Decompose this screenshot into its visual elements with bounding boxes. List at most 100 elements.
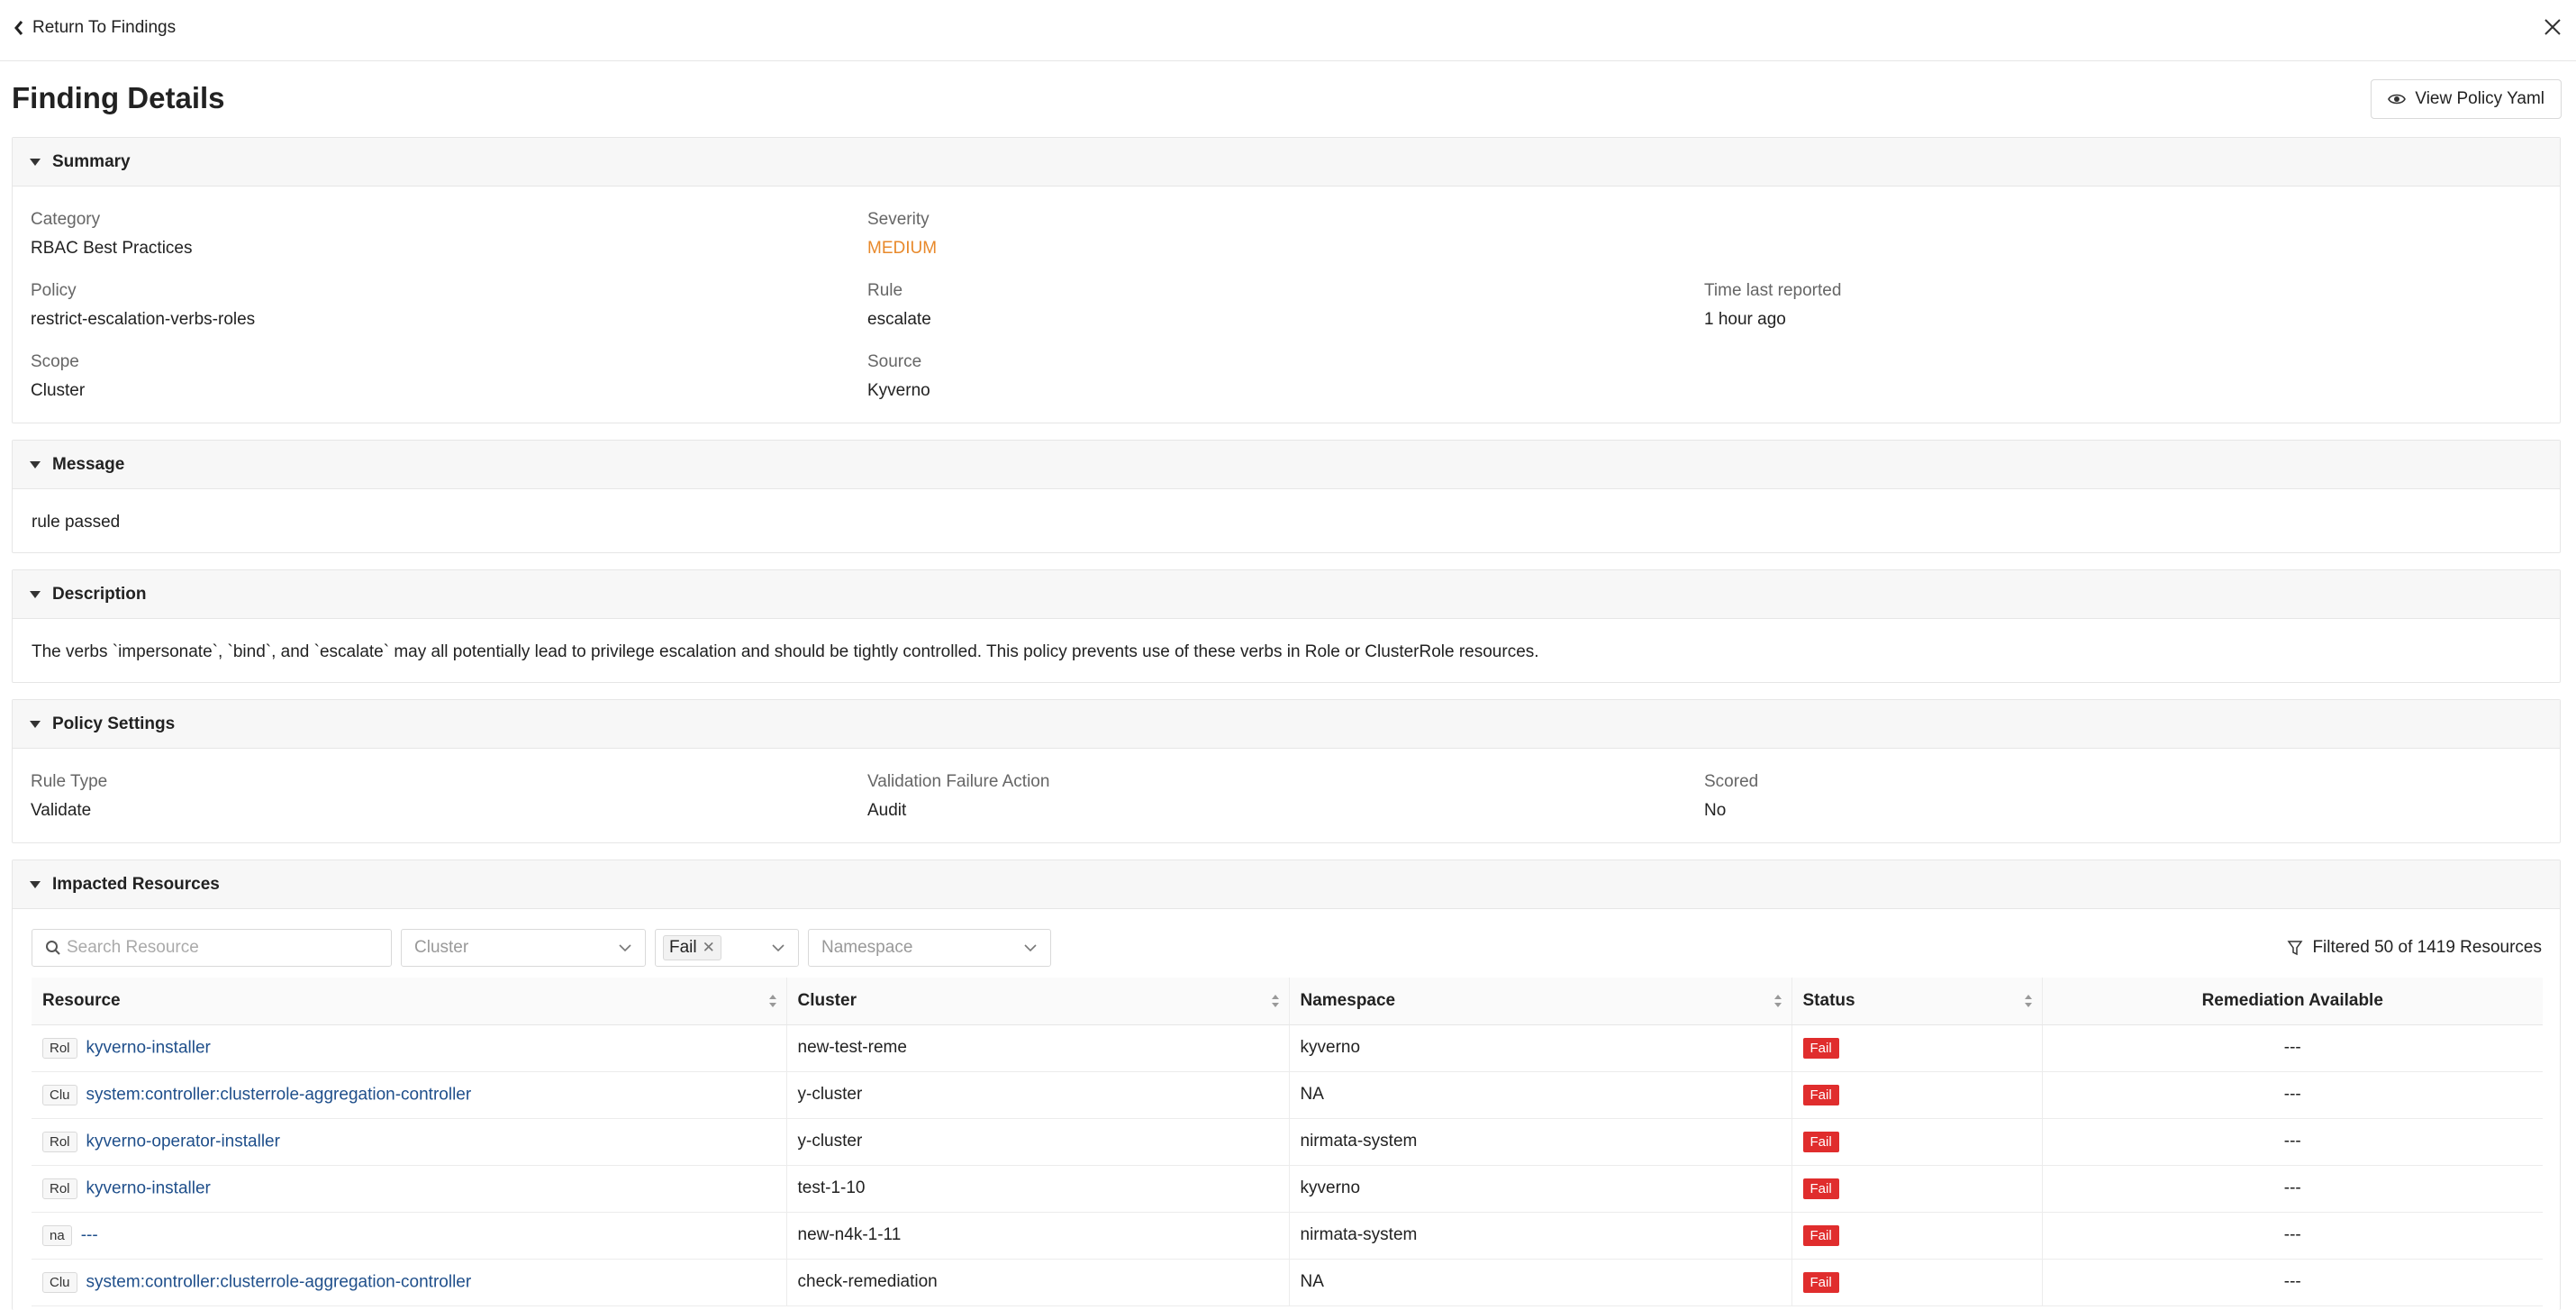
- cluster-select[interactable]: Cluster: [401, 929, 646, 967]
- eye-icon: [2388, 94, 2407, 105]
- column-header-namespace[interactable]: Namespace: [1289, 978, 1792, 1025]
- impacted-resources-title: Impacted Resources: [52, 874, 220, 894]
- caret-down-icon: [30, 880, 41, 888]
- search-icon: [46, 941, 60, 955]
- table-row[interactable]: Rol kyverno-installer test-1-10 kyverno F…: [32, 1165, 2543, 1213]
- cluster-select-placeholder: Cluster: [414, 938, 469, 957]
- severity-value: MEDIUM: [867, 239, 938, 258]
- sort-icon[interactable]: [1773, 993, 1782, 1009]
- namespace-cell: NA: [1289, 1259, 1792, 1306]
- table-header-row: Resource Cluster Namespace Status Remedi…: [32, 978, 2543, 1025]
- page-title: Finding Details: [12, 81, 225, 114]
- cluster-cell: y-cluster: [786, 1118, 1290, 1166]
- view-policy-yaml-button[interactable]: View Policy Yaml: [2371, 79, 2562, 119]
- filter-icon: [2287, 941, 2303, 956]
- message-header[interactable]: Message: [13, 441, 2560, 489]
- status-select[interactable]: Fail ✕: [655, 929, 799, 967]
- remove-tag-icon[interactable]: ✕: [703, 939, 715, 957]
- table-row[interactable]: Rol kyverno-operator-installer y-cluster …: [32, 1118, 2543, 1166]
- description-header[interactable]: Description: [13, 570, 2560, 619]
- category-label: Category: [31, 210, 101, 229]
- table-row[interactable]: Clu system:controller:clusterrole-aggrega…: [32, 1071, 2543, 1119]
- return-to-findings-link[interactable]: Return To Findings: [13, 18, 176, 38]
- caret-down-icon: [30, 590, 41, 598]
- summary-header[interactable]: Summary: [13, 138, 2560, 186]
- resource-link[interactable]: kyverno-installer: [86, 1178, 211, 1197]
- summary-title: Summary: [52, 151, 131, 171]
- resource-kind-badge: Clu: [42, 1271, 77, 1293]
- table-row[interactable]: na --- new-n4k-1-11 nirmata-system Fail -…: [32, 1212, 2543, 1260]
- sort-icon[interactable]: [768, 993, 777, 1009]
- table-row[interactable]: Clu system:controller:clusterrole-aggrega…: [32, 1259, 2543, 1306]
- impacted-resources-header[interactable]: Impacted Resources: [13, 860, 2560, 909]
- column-header-resource[interactable]: Resource: [32, 978, 787, 1025]
- resource-link[interactable]: kyverno-installer: [86, 1038, 211, 1057]
- cluster-cell: new-n4k-1-11: [786, 1212, 1290, 1260]
- scored-value: No: [1704, 801, 1727, 820]
- resource-kind-badge: Rol: [42, 1178, 77, 1199]
- resource-link[interactable]: ---: [81, 1225, 98, 1244]
- scope-value: Cluster: [31, 381, 86, 400]
- caret-down-icon: [30, 720, 41, 728]
- top-bar: Return To Findings: [0, 0, 2576, 61]
- description-section: Description The verbs `impersonate`, `bi…: [12, 569, 2561, 683]
- scored-field: Scored No: [1704, 772, 1758, 821]
- table-row[interactable]: Rol kyverno-installer new-test-reme kyver…: [32, 1024, 2543, 1072]
- status-badge: Fail: [1802, 1084, 1839, 1105]
- filtered-count-text: Filtered 50 of 1419 Resources: [2312, 938, 2542, 957]
- namespace-cell: nirmata-system: [1289, 1212, 1792, 1260]
- message-title: Message: [52, 454, 125, 474]
- time-last-reported-value: 1 hour ago: [1704, 310, 1786, 329]
- namespace-cell: kyverno: [1289, 1024, 1792, 1072]
- search-resource-input[interactable]: [67, 938, 373, 958]
- remediation-cell: ---: [2042, 1212, 2543, 1260]
- category-field: Category RBAC Best Practices: [31, 210, 193, 259]
- policy-settings-section: Policy Settings Rule Type Validate Valid…: [12, 699, 2561, 843]
- rule-field: Rule escalate: [867, 281, 931, 330]
- rule-value: escalate: [867, 310, 931, 329]
- status-badge: Fail: [1802, 1224, 1839, 1246]
- resource-link[interactable]: kyverno-operator-installer: [86, 1132, 280, 1151]
- sort-icon[interactable]: [1271, 993, 1280, 1009]
- column-header-cluster[interactable]: Cluster: [786, 978, 1290, 1025]
- page-header: Finding Details View Policy Yaml: [0, 61, 2576, 137]
- filtered-count: Filtered 50 of 1419 Resources: [2287, 938, 2542, 958]
- remediation-cell: ---: [2042, 1165, 2543, 1213]
- status-badge: Fail: [1802, 1037, 1839, 1059]
- policy-field: Policy restrict-escalation-verbs-roles: [31, 281, 255, 330]
- policy-settings-header[interactable]: Policy Settings: [13, 700, 2560, 749]
- cluster-cell: y-cluster: [786, 1071, 1290, 1119]
- namespace-select[interactable]: Namespace: [808, 929, 1051, 967]
- validation-failure-action-value: Audit: [867, 801, 907, 820]
- status-badge: Fail: [1802, 1178, 1839, 1199]
- policy-value: restrict-escalation-verbs-roles: [31, 310, 256, 329]
- caret-down-icon: [30, 460, 41, 469]
- cluster-cell: new-test-reme: [786, 1024, 1290, 1072]
- policy-label: Policy: [31, 281, 77, 300]
- resource-link[interactable]: system:controller:clusterrole-aggregatio…: [86, 1272, 472, 1291]
- resource-kind-badge: Rol: [42, 1037, 77, 1059]
- impacted-resources-section: Impacted Resources Cluster Fail ✕ Namesp…: [12, 860, 2561, 1310]
- remediation-cell: ---: [2042, 1118, 2543, 1166]
- return-to-findings-label: Return To Findings: [32, 18, 177, 37]
- rule-type-label: Rule Type: [31, 772, 108, 791]
- close-icon[interactable]: [2540, 14, 2565, 40]
- resource-kind-badge: Rol: [42, 1131, 77, 1152]
- source-label: Source: [867, 352, 922, 371]
- resource-link[interactable]: system:controller:clusterrole-aggregatio…: [86, 1085, 472, 1104]
- summary-section: Summary Category RBAC Best Practices Sev…: [12, 137, 2561, 423]
- resource-kind-badge: Clu: [42, 1084, 77, 1105]
- remediation-cell: ---: [2042, 1024, 2543, 1072]
- search-box: [32, 929, 392, 967]
- scored-label: Scored: [1704, 772, 1759, 791]
- resources-table: Resource Cluster Namespace Status Remedi…: [32, 978, 2543, 1306]
- description-text: The verbs `impersonate`, `bind`, and `es…: [32, 642, 1539, 661]
- message-section: Message rule passed: [12, 440, 2561, 553]
- sort-icon[interactable]: [2024, 993, 2033, 1009]
- chevron-left-icon: [14, 21, 23, 35]
- status-filter-tag-label: Fail: [669, 938, 697, 957]
- category-value: RBAC Best Practices: [31, 239, 193, 258]
- message-text: rule passed: [32, 513, 121, 532]
- validation-failure-action-label: Validation Failure Action: [867, 772, 1050, 791]
- column-header-status[interactable]: Status: [1791, 978, 2043, 1025]
